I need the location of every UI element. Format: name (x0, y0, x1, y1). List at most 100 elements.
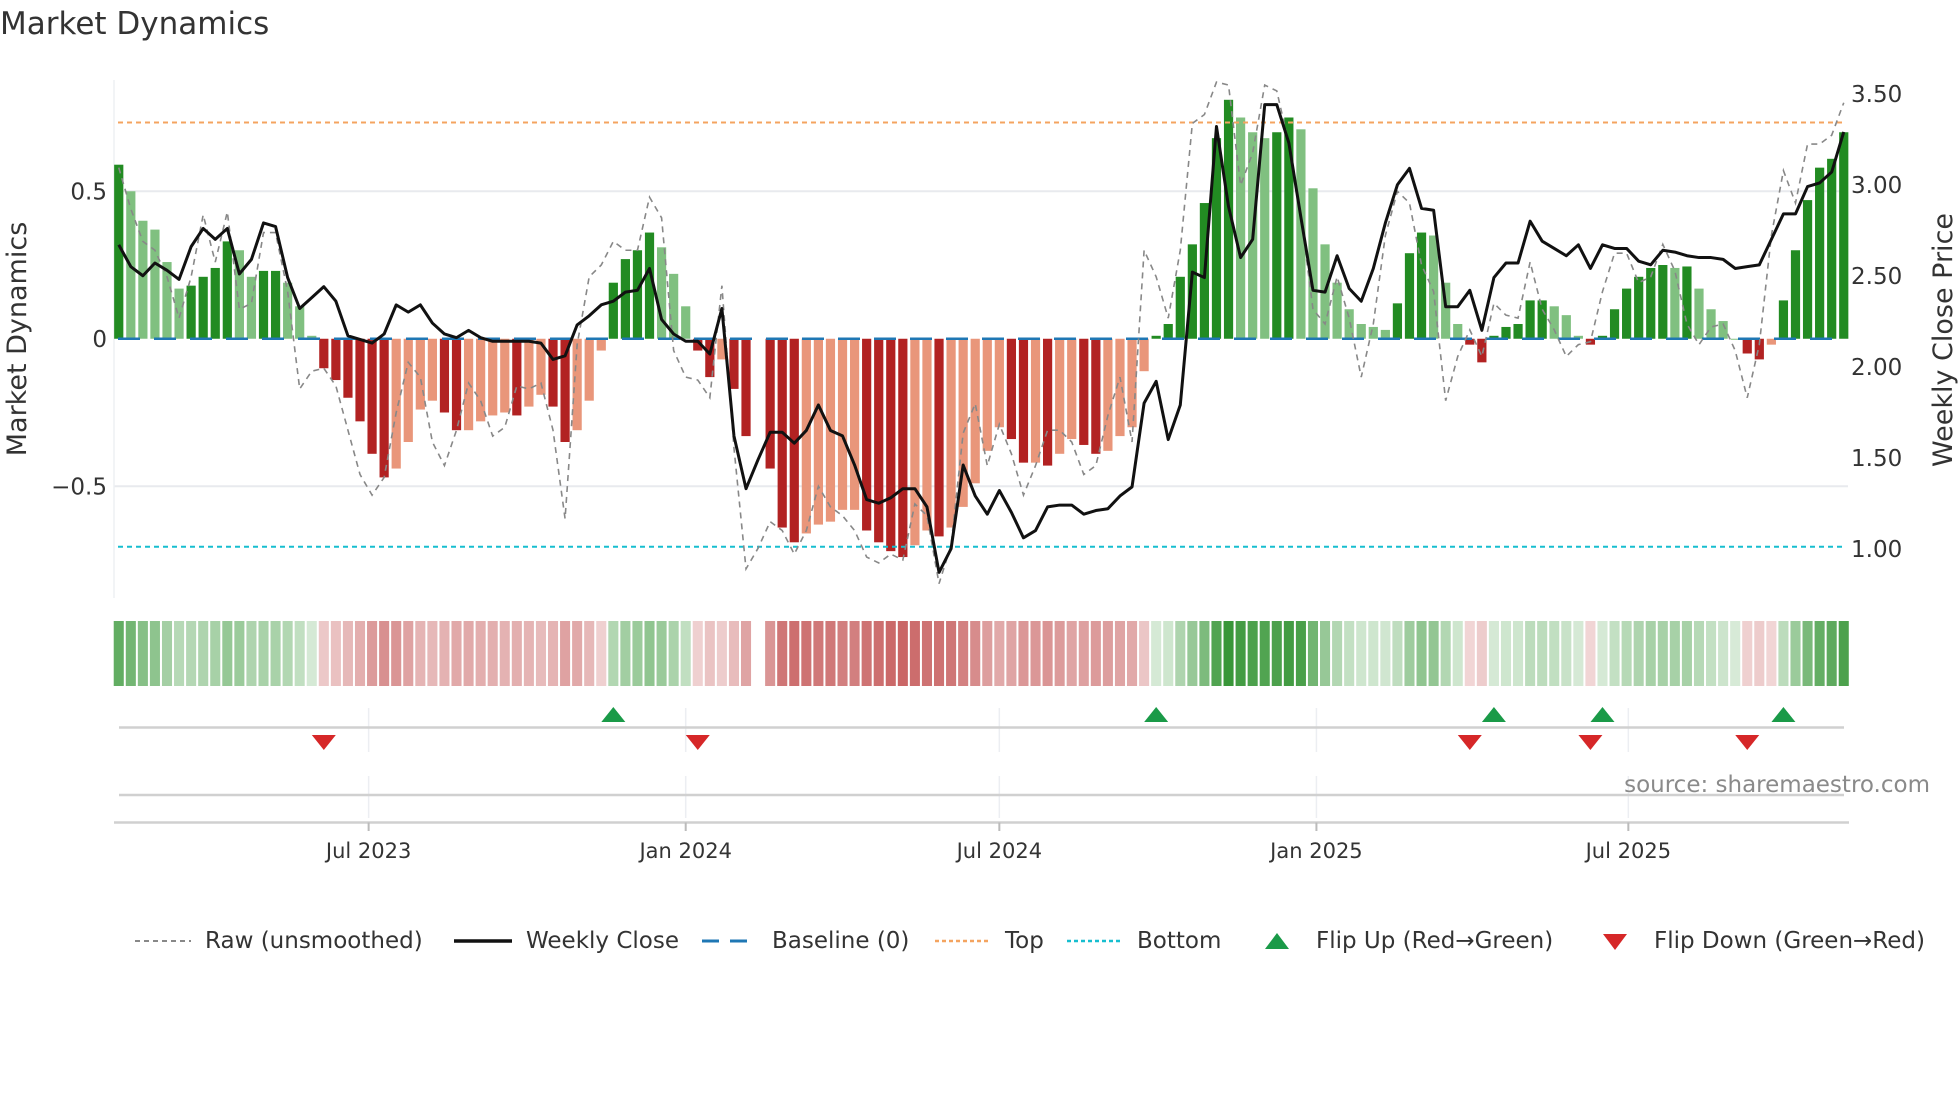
heatmap-cell (1283, 621, 1294, 686)
heatmap-cell (1042, 621, 1053, 686)
dynamics-bar (1163, 324, 1173, 339)
heatmap-cell (1392, 621, 1403, 686)
dynamics-bar (1742, 338, 1752, 354)
heatmap-cell (1295, 621, 1306, 686)
dynamics-bar (138, 220, 148, 339)
dynamics-bar (1622, 288, 1632, 339)
dynamics-bar (1513, 324, 1523, 339)
heatmap-cell (1657, 621, 1668, 686)
heatmap-cell (463, 621, 474, 686)
heatmap-cell (1223, 621, 1234, 686)
legend-item-top[interactable]: Top (935, 924, 1044, 958)
legend-item-bottom[interactable]: Bottom (1067, 924, 1221, 958)
x-tick-label: Jan 2024 (637, 839, 732, 863)
heatmap-cell (1621, 621, 1632, 686)
heatmap-cell (813, 621, 824, 686)
legend-label: Bottom (1137, 928, 1222, 954)
dynamics-bar (403, 338, 413, 442)
heatmap-cell (391, 621, 402, 686)
weekly-close-line (117, 103, 1846, 574)
dynamics-bar (1091, 338, 1101, 454)
dynamics-bar (150, 229, 160, 339)
heatmap-cell (1151, 621, 1162, 686)
legend: Raw (unsmoothed) Weekly Close Baseline (… (0, 924, 1960, 958)
dynamics-bar (741, 338, 751, 437)
top-line-swatch (935, 939, 991, 943)
heatmap-cell (1416, 621, 1427, 686)
legend-item-weekly-close[interactable]: Weekly Close (454, 924, 679, 958)
dynamics-bar (1030, 338, 1041, 463)
dynamics-bar (1139, 338, 1149, 372)
heatmap-cell (765, 621, 776, 686)
heatmap-cell (1440, 621, 1451, 686)
heatmap-cell (511, 621, 522, 686)
heatmap-cell (379, 621, 390, 686)
heatmap-cell (982, 621, 993, 686)
dynamics-bar (898, 338, 908, 558)
heatmap-cell (946, 621, 957, 686)
heatmap-cell (246, 621, 257, 686)
dynamics-bar (1525, 300, 1535, 339)
dynamics-bar (1042, 338, 1053, 466)
dynamics-bar (488, 338, 498, 416)
dynamics-bar (1236, 117, 1246, 339)
dynamics-bar (1006, 338, 1017, 440)
source-label: source: sharemaestro.com (1624, 772, 1930, 798)
dynamics-bar (1501, 326, 1511, 339)
heatmap-cell (1356, 621, 1367, 686)
dynamics-bar (1368, 326, 1378, 339)
heatmap-cell (933, 621, 945, 686)
heatmap-cell (1766, 621, 1777, 686)
flip-down-marker (685, 735, 710, 750)
dynamics-bar (1272, 132, 1282, 339)
x-tick-label: Jul 2024 (955, 839, 1042, 863)
heatmap-cell (1585, 621, 1596, 686)
heatmap-cell (1235, 621, 1246, 686)
heatmap-cell (801, 621, 812, 686)
y2-tick-label: 1.50 (1851, 446, 1902, 472)
heatmap-cell (186, 621, 197, 686)
legend-label: Flip Up (Red→Green) (1316, 928, 1554, 954)
legend-item-flip-down[interactable]: Flip Down (Green→Red) (1602, 924, 1925, 958)
heatmap-cell (125, 621, 136, 686)
heatmap-cell (704, 621, 715, 686)
flip-down-marker (1457, 735, 1482, 750)
heatmap-cell (210, 621, 221, 686)
dynamics-bar (391, 338, 401, 469)
heatmap-cell (1525, 621, 1536, 686)
legend-item-flip-up[interactable]: Flip Up (Red→Green) (1264, 924, 1553, 958)
heatmap-cell (1163, 621, 1174, 686)
heatmap-cell (1452, 621, 1463, 686)
heatmap-cell (572, 621, 583, 686)
y2-axis-title: Weekly Close Price (1928, 213, 1959, 467)
y2-tick-label: 3.50 (1851, 82, 1902, 108)
heatmap-cell (1778, 621, 1789, 686)
dynamics-bar (874, 338, 884, 543)
dynamics-bar (1537, 300, 1547, 339)
heatmap-cell (1609, 621, 1620, 686)
heatmap-cell (885, 621, 896, 686)
flip-up-marker (601, 707, 626, 722)
dynamics-bar (1103, 338, 1113, 451)
legend-item-raw[interactable]: Raw (unsmoothed) (135, 924, 423, 958)
dynamics-bar (343, 338, 353, 398)
legend-item-baseline[interactable]: Baseline (0) (702, 924, 909, 958)
heatmap-cell (909, 621, 920, 686)
dynamics-bar (524, 338, 534, 407)
dynamics-bar (283, 282, 293, 339)
dynamics-bar (982, 338, 992, 451)
heatmap-cell (560, 621, 571, 686)
heatmap-cell (1561, 621, 1572, 686)
heatmap-cell (1693, 621, 1705, 686)
dynamics-bar (886, 338, 896, 552)
dynamics-bar (1670, 267, 1680, 339)
heatmap-cell (403, 621, 414, 686)
heatmap-cell (149, 621, 160, 686)
heatmap-cell (1669, 621, 1680, 686)
heatmap-cell (439, 621, 450, 686)
dynamics-bar (1380, 329, 1390, 339)
heatmap-cell (1006, 621, 1017, 686)
heatmap-cell (499, 621, 510, 686)
dynamics-bar (910, 338, 920, 546)
dynamics-bar (367, 338, 377, 454)
